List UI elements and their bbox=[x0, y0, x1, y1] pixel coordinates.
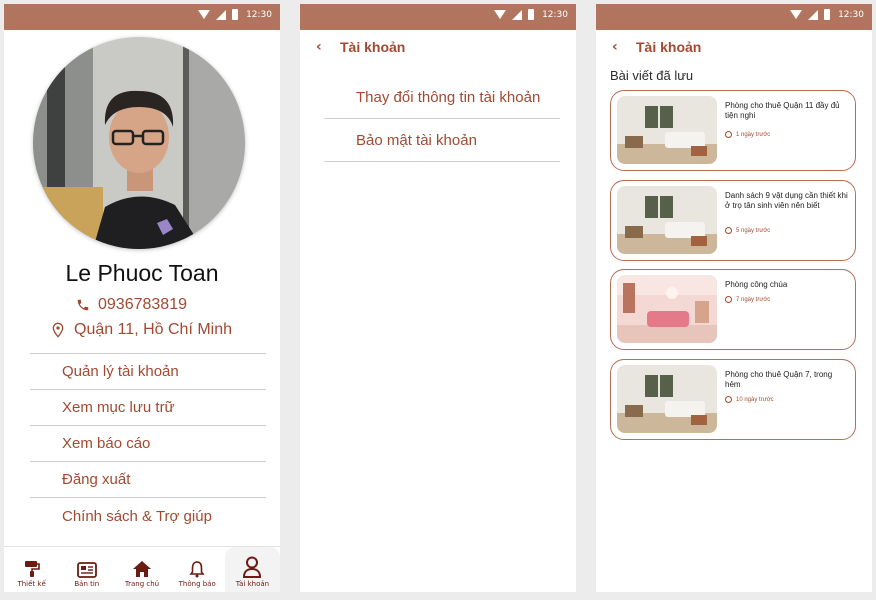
status-time: 12:30 bbox=[246, 9, 272, 20]
address-row: Quận 11, Hồ Chí Minh bbox=[50, 321, 232, 339]
profile-name: Le Phuoc Toan bbox=[65, 260, 219, 286]
phone-icon bbox=[77, 299, 89, 311]
clock-icon bbox=[725, 131, 732, 138]
saved-post-card[interactable]: Danh sách 9 vật dụng cần thiết khi ở trọ… bbox=[610, 180, 856, 261]
saved-post-card[interactable]: Phòng cho thuê Quận 7, trong hẻm 10 ngày… bbox=[610, 359, 856, 440]
signal-icon bbox=[512, 9, 523, 20]
wifi-icon bbox=[790, 10, 803, 19]
signal-icon bbox=[808, 9, 819, 20]
menu-item-policy-help[interactable]: Chính sách & Trợ giúp bbox=[30, 498, 266, 534]
post-time: 7 ngày trước bbox=[725, 296, 770, 303]
menu-item-view-saved[interactable]: Xem mục lưu trữ bbox=[30, 390, 266, 426]
nav-item-account[interactable]: Tài khoản bbox=[224, 547, 280, 592]
menu-item-logout[interactable]: Đăng xuất bbox=[30, 462, 266, 498]
nav-label-notifications: Thông báo bbox=[178, 580, 216, 588]
nav-item-news[interactable]: Bản tin bbox=[59, 547, 114, 592]
status-bar: 12:30 bbox=[300, 4, 576, 30]
option-change-account-info[interactable]: Thay đổi thông tin tài khoản bbox=[324, 76, 560, 119]
newspaper-icon bbox=[76, 562, 97, 578]
clock-icon bbox=[725, 227, 732, 234]
avatar bbox=[33, 37, 245, 249]
post-time: 1 ngày trước bbox=[725, 131, 770, 138]
saved-posts-screen: 12:30 ‹ Tài khoản Bài viết đã lưu Phòng … bbox=[596, 4, 872, 592]
option-account-security[interactable]: Bảo mật tài khoản bbox=[324, 119, 560, 162]
menu-item-manage-account[interactable]: Quản lý tài khoản bbox=[30, 354, 266, 390]
post-title: Phòng công chúa bbox=[725, 280, 788, 289]
room-photo bbox=[617, 186, 717, 254]
nav-label-home: Trang chủ bbox=[124, 580, 160, 588]
nav-label-news: Bản tin bbox=[74, 580, 100, 588]
room-photo bbox=[617, 275, 717, 343]
status-time: 12:30 bbox=[838, 9, 864, 20]
status-bar: 12:30 bbox=[596, 4, 872, 30]
post-time-text: 10 ngày trước bbox=[736, 396, 774, 403]
bottom-nav: Thiết kế Bản tin Trang chủ Thông báo Tài… bbox=[4, 546, 280, 592]
phone-number-row[interactable]: 0936783819 bbox=[76, 296, 187, 314]
clock-icon bbox=[725, 396, 732, 403]
clock-icon bbox=[725, 296, 732, 303]
signal-icon bbox=[216, 9, 227, 20]
wifi-icon bbox=[494, 10, 507, 19]
bell-icon bbox=[189, 561, 205, 578]
wifi-icon bbox=[198, 10, 211, 19]
back-chevron-icon[interactable]: ‹ bbox=[316, 39, 330, 55]
post-time: 5 ngày trước bbox=[725, 227, 770, 234]
profile-menu: Quản lý tài khoản Xem mục lưu trữ Xem bá… bbox=[30, 353, 266, 534]
nav-item-notifications[interactable]: Thông báo bbox=[170, 547, 225, 592]
status-bar: 12:30 bbox=[4, 4, 280, 30]
post-time-text: 5 ngày trước bbox=[736, 227, 771, 234]
address-text: Quận 11, Hồ Chí Minh bbox=[74, 321, 233, 338]
page-title: Tài khoản bbox=[340, 39, 406, 55]
post-title: Danh sách 9 vật dụng cần thiết khi ở trọ… bbox=[725, 191, 848, 210]
back-chevron-icon[interactable]: ‹ bbox=[612, 39, 626, 55]
paint-roller-icon bbox=[24, 561, 40, 577]
nav-item-design[interactable]: Thiết kế bbox=[4, 547, 59, 592]
home-icon bbox=[133, 561, 151, 577]
saved-post-card[interactable]: Phòng công chúa 7 ngày trước bbox=[610, 269, 856, 350]
post-time-text: 1 ngày trước bbox=[736, 131, 771, 138]
nav-item-home[interactable]: Trang chủ bbox=[114, 547, 169, 592]
saved-posts-heading: Bài viết đã lưu bbox=[610, 68, 694, 83]
nav-label-account: Tài khoản bbox=[235, 580, 270, 588]
menu-item-view-reports[interactable]: Xem báo cáo bbox=[30, 426, 266, 462]
post-title: Phòng cho thuê Quận 11 đầy đủ tiện nghi bbox=[725, 101, 840, 120]
battery-icon bbox=[824, 9, 831, 20]
location-pin-icon bbox=[52, 322, 64, 338]
profile-screen: 12:30 Le Phuoc Toan 0936783819 Quận 11, … bbox=[4, 4, 280, 592]
phone-number: 0936783819 bbox=[98, 296, 187, 313]
status-time: 12:30 bbox=[542, 9, 568, 20]
account-settings-screen: 12:30 ‹ Tài khoản Thay đổi thông tin tài… bbox=[300, 4, 576, 592]
post-time: 10 ngày trước bbox=[725, 396, 774, 403]
battery-icon bbox=[232, 9, 239, 20]
header: ‹ Tài khoản bbox=[300, 30, 576, 64]
room-photo bbox=[617, 96, 717, 164]
header: ‹ Tài khoản bbox=[596, 30, 872, 64]
user-icon bbox=[243, 556, 262, 578]
page-title: Tài khoản bbox=[636, 39, 702, 55]
post-title: Phòng cho thuê Quận 7, trong hẻm bbox=[725, 370, 833, 389]
post-time-text: 7 ngày trước bbox=[736, 296, 771, 303]
nav-label-design: Thiết kế bbox=[17, 580, 46, 588]
battery-icon bbox=[528, 9, 535, 20]
saved-post-card[interactable]: Phòng cho thuê Quận 11 đầy đủ tiện nghi … bbox=[610, 90, 856, 171]
room-photo bbox=[617, 365, 717, 433]
